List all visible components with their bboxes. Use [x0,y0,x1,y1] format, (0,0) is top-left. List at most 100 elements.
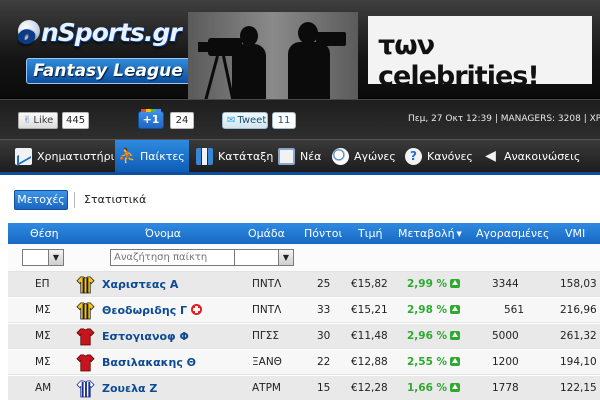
cell-team: ΠΓΣΣ [252,330,280,342]
chart-icon [15,148,32,165]
tweet-count: 11 [272,112,296,129]
nav-item-news[interactable]: Νέα [275,140,321,172]
cell-position: ΕΠ [35,278,50,290]
arrow-up-icon [450,357,461,366]
nav-item-matches[interactable]: Αγώνες [329,140,396,172]
nav-item-players[interactable]: ⛹ Παίκτες [115,140,189,172]
celebrities-text: των celebrities! [378,30,540,92]
cell-bought: 3344 [492,278,519,290]
jersey-icon [76,354,95,372]
jersey-icon [76,328,95,346]
cell-change: 2,98 % [407,298,461,323]
facebook-like-button[interactable]: ✌ Like [18,112,58,129]
thumbs-up-icon: ✌ [23,115,32,126]
cell-player-name[interactable]: Ζουελα Ζ [102,376,157,400]
cell-points: 33 [317,304,331,316]
position-filter-select[interactable]: ▼ [22,249,64,266]
cell-team: ΠΝΤΛ [252,304,282,316]
table-header: Θέση Όνομα Ομάδα Πόντοι Τιμή Μεταβολή ▼ Α… [8,223,600,244]
date-managers-info: Πεμ, 27 Οκτ 12:39 | MANAGERS: 3208 | ΧΡ [408,114,600,124]
jersey-icon [76,380,95,398]
player-search-input[interactable] [110,249,238,266]
cell-price: €15,21 [351,304,388,316]
table-row[interactable]: ΜΣ Βασιλακακης Θ ΞΑΝΘ 22 €12,88 2,55 % 1… [8,350,600,375]
tab-shares[interactable]: Μετοχές [14,190,68,210]
google-plus-button[interactable]: +1 [138,109,164,129]
header-team[interactable]: Ομάδα [248,223,285,244]
header-bought[interactable]: Αγορασμένες [476,223,549,244]
cell-position: ΜΣ [35,330,51,342]
jersey-icon [76,276,95,294]
cell-points: 22 [317,356,331,368]
table-row[interactable]: ΜΣ Εστογιανοφ Φ ΠΓΣΣ 30 €11,48 2,96 % 50… [8,324,600,349]
dropdown-arrow-icon: ▼ [48,250,63,265]
table-row[interactable]: ΕΠ Χαριστεας Α ΠΝΤΛ 25 €15,82 2,99 % 334… [8,272,600,297]
nav-item-ranking[interactable]: Κατάταξη [193,140,273,172]
cell-price: €11,48 [351,330,388,342]
cell-change: 2,55 % [407,350,461,375]
cell-price: €15,82 [351,278,388,290]
cell-change: 2,99 % [407,272,461,297]
main-nav: Χρηματιστήριο ⛹ Παίκτες Κατάταξη Νέα Αγώ… [0,139,600,175]
filter-row: ▼ ▼ [8,244,600,272]
arrow-up-icon [450,279,461,288]
cell-position: ΑΜ [35,382,52,394]
ranking-icon [196,148,213,165]
twitter-bird-icon: ✉ [227,115,236,126]
site-logo[interactable]: o nSports.gr Fantasy League [12,18,190,88]
cell-vmi: 122,15 [560,382,597,394]
cell-points: 15 [317,382,331,394]
nav-item-rules[interactable]: ? Κανόνες [402,140,473,172]
help-icon: ? [405,148,422,165]
dropdown-arrow-icon: ▼ [278,250,293,265]
cell-bought: 561 [504,304,525,316]
cell-vmi: 158,03 [560,278,597,290]
camera-crew-image [188,12,358,99]
cell-change: 2,96 % [407,324,461,349]
cell-bought: 1200 [492,356,519,368]
cell-player-name[interactable]: Θεοδωριδης Γ [102,298,203,323]
cell-price: €12,28 [351,382,388,394]
cell-bought: 1778 [492,382,519,394]
swiss-flag-icon [191,304,203,315]
table-row[interactable]: ΜΣ Θεοδωριδης Γ ΠΝΤΛ 33 €15,21 2,98 % 56… [8,298,600,323]
cell-player-name[interactable]: Εστογιανοφ Φ [102,324,189,349]
cell-position: ΜΣ [35,356,51,368]
like-count: 445 [62,112,90,129]
cell-bought: 5000 [492,330,519,342]
team-filter-select[interactable]: ▼ [234,249,294,266]
news-icon [278,148,295,165]
nav-item-stock-market[interactable]: Χρηματιστήριο [12,140,121,172]
logo-subtitle: Fantasy League [26,58,190,84]
jersey-icon [76,302,95,320]
nav-item-announcements[interactable]: ◀ Ανακοινώσεις [479,140,580,172]
cell-player-name[interactable]: Βασιλακακης Θ [102,350,196,375]
tweet-button[interactable]: ✉ Tweet [222,112,268,129]
celebrities-banner[interactable]: των celebrities! [368,16,592,92]
sub-tabs: Μετοχές Στατιστικά [0,175,600,223]
header-points[interactable]: Πόντοι [304,223,342,244]
social-bar: ✌ Like 445 +1 24 ✉ Tweet 11 Πεμ, 27 Οκτ 12… [0,99,600,139]
ball-icon [332,148,349,165]
arrow-up-icon [450,331,461,340]
header-price[interactable]: Τιμή [358,223,382,244]
header-position[interactable]: Θέση [30,223,59,244]
tab-statistics[interactable]: Στατιστικά [84,193,146,206]
cell-vmi: 261,32 [560,330,597,342]
player-icon: ⛹ [118,147,137,165]
header-banner: o nSports.gr Fantasy League των celebriti… [0,0,600,99]
header-vmi[interactable]: VMI [565,223,585,244]
plus-count: 24 [170,112,194,129]
header-change[interactable]: Μεταβολή ▼ [398,223,462,244]
logo-main-text: o nSports.gr [18,18,182,49]
cell-team: ΠΝΤΛ [252,278,282,290]
cell-player-name[interactable]: Χαριστεας Α [102,272,178,297]
table-row[interactable]: ΑΜ Ζουελα Ζ ΑΤΡΜ 15 €12,28 1,66 % 1778 1… [8,376,600,400]
arrow-up-icon [450,305,461,314]
cell-points: 25 [317,278,331,290]
cell-team: ΑΤΡΜ [252,382,281,394]
cell-points: 30 [317,330,331,342]
speaker-icon: ◀ [485,148,496,164]
header-name[interactable]: Όνομα [145,223,181,244]
tab-divider [74,192,75,208]
